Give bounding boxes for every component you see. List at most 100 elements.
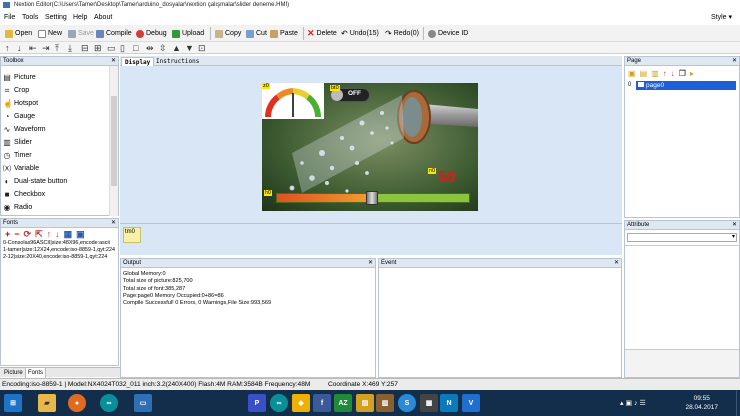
save-button[interactable]: Save bbox=[68, 28, 94, 39]
insert-page-icon[interactable]: ▥ bbox=[651, 69, 659, 78]
tab-picture[interactable]: Picture bbox=[2, 368, 26, 378]
same-height-icon[interactable]: ▯ bbox=[120, 43, 125, 53]
arduino-icon[interactable]: ∞ bbox=[100, 394, 118, 412]
app-yellow-icon[interactable]: ◆ bbox=[292, 394, 310, 412]
same-size-icon[interactable]: □ bbox=[133, 43, 138, 53]
replace-font-icon[interactable]: ⟳ bbox=[24, 229, 32, 240]
nextion-display-preview[interactable]: z0 OFF bt0 n0 50 h0 bbox=[262, 83, 478, 211]
pin-icon[interactable]: ✕ bbox=[111, 219, 116, 227]
number-component[interactable]: n0 50 bbox=[428, 168, 462, 188]
align-up-icon[interactable]: ↑ bbox=[5, 43, 10, 53]
facebook-icon[interactable]: f bbox=[313, 394, 331, 412]
page-list-item[interactable]: 0 page0 bbox=[625, 80, 739, 90]
move-down-icon[interactable]: ↓ bbox=[671, 69, 675, 78]
app-az-icon[interactable]: AZ bbox=[334, 394, 352, 412]
paste-button[interactable]: Paste bbox=[270, 28, 298, 39]
lock-icon[interactable]: ⊡ bbox=[198, 43, 206, 53]
device-id-button[interactable]: Device ID bbox=[428, 28, 468, 39]
font-list-item[interactable]: 0-Consolas96ASCII|size:48X96,encode:asci… bbox=[1, 240, 118, 247]
slider-thumb[interactable] bbox=[366, 191, 378, 205]
tool-crop[interactable]: ⌗ Crop bbox=[1, 84, 118, 97]
font-list-item[interactable]: 2-12|size:20X40,encode:iso-8859-1,qyt:22… bbox=[1, 254, 118, 261]
event-editor[interactable] bbox=[379, 268, 621, 376]
tab-instructions[interactable]: Instructions bbox=[153, 57, 202, 66]
style-menu[interactable]: Style ▾ bbox=[711, 13, 732, 21]
align-top-icon[interactable]: ⤒ bbox=[55, 43, 59, 53]
dual-state-button[interactable]: OFF bt0 bbox=[330, 85, 372, 104]
move-up-icon[interactable]: ↑ bbox=[663, 69, 667, 78]
tool-radio[interactable]: ◉ Radio bbox=[1, 201, 118, 214]
tool-waveform[interactable]: ∿ Waveform bbox=[1, 123, 118, 136]
move-down-icon[interactable]: ↓ bbox=[55, 229, 60, 239]
import-page-icon[interactable]: ▸ bbox=[690, 69, 694, 78]
bring-front-icon[interactable]: ▲ bbox=[172, 43, 181, 53]
timer-component[interactable]: tm0 bbox=[123, 227, 141, 243]
menu-help[interactable]: Help bbox=[73, 13, 87, 22]
space-vertical-icon[interactable]: ⇳ bbox=[159, 43, 167, 53]
nextion-editor-taskbar-icon[interactable]: ▭ bbox=[134, 394, 152, 412]
compile-button[interactable]: Compile bbox=[96, 28, 132, 39]
move-up-icon[interactable]: ↑ bbox=[47, 229, 52, 239]
tool-timer[interactable]: ◷ Timer bbox=[1, 149, 118, 162]
menu-about[interactable]: About bbox=[94, 13, 112, 22]
tool-hotspot[interactable]: ☝ Hotspot bbox=[1, 97, 118, 110]
skype-icon[interactable]: S bbox=[398, 394, 416, 412]
font-generator-icon[interactable]: ▣ bbox=[76, 229, 85, 240]
debug-button[interactable]: Debug bbox=[136, 28, 167, 39]
pin-icon[interactable]: ✕ bbox=[614, 259, 619, 267]
tool-picture[interactable]: ▤ Picture bbox=[1, 71, 118, 84]
toolbox-scrollbar[interactable] bbox=[109, 66, 118, 216]
delete-button[interactable]: ✕ Delete bbox=[307, 28, 337, 39]
tool-checkbox[interactable]: ■ Checkbox bbox=[1, 188, 118, 201]
show-desktop-button[interactable] bbox=[736, 390, 740, 416]
app-p-icon[interactable]: P bbox=[248, 394, 266, 412]
arduino-icon-2[interactable]: ∞ bbox=[270, 394, 288, 412]
cut-button[interactable]: Cut bbox=[246, 28, 267, 39]
firefox-icon[interactable]: ● bbox=[68, 394, 86, 412]
app-brown-icon[interactable]: ▥ bbox=[376, 394, 394, 412]
pin-icon[interactable]: ✕ bbox=[732, 57, 737, 65]
undo-button[interactable]: ↶ Undo(15) bbox=[341, 28, 379, 39]
open-button[interactable]: Open bbox=[5, 28, 32, 39]
font-list-item[interactable]: 1-tamer|size:12X24,encode:iso-8859-1,qyt… bbox=[1, 247, 118, 254]
center-vertical-icon[interactable]: ⊞ bbox=[94, 43, 102, 53]
menu-setting[interactable]: Setting bbox=[45, 13, 67, 22]
space-horizontal-icon[interactable]: ⇹ bbox=[146, 43, 154, 53]
align-left-icon[interactable]: ⇤ bbox=[29, 43, 37, 53]
redo-button[interactable]: ↷ Redo(0) bbox=[385, 28, 419, 39]
add-font-icon[interactable]: + bbox=[5, 229, 10, 239]
tool-variable[interactable]: ⒳ Variable bbox=[1, 162, 118, 175]
pin-icon[interactable]: ✕ bbox=[732, 221, 737, 229]
align-down-icon[interactable]: ↓ bbox=[17, 43, 22, 53]
start-windows-icon[interactable]: ⊞ bbox=[4, 394, 22, 412]
app-nx-icon[interactable]: N bbox=[440, 394, 458, 412]
upload-button[interactable]: Upload bbox=[172, 28, 204, 39]
app-v-icon[interactable]: V bbox=[462, 394, 480, 412]
send-back-icon[interactable]: ▼ bbox=[185, 43, 194, 53]
app-dark-icon[interactable]: ▦ bbox=[420, 394, 438, 412]
system-tray-icons[interactable]: ▴ ▣ ♪ ☰ bbox=[620, 399, 646, 407]
copy-page-icon[interactable]: ❐ bbox=[679, 69, 686, 78]
add-page-icon[interactable]: ▣ bbox=[628, 69, 636, 78]
tool-gauge[interactable]: ◔ Gauge bbox=[1, 110, 118, 123]
tab-display[interactable]: Display bbox=[121, 57, 155, 66]
export-font-icon[interactable]: ⇱ bbox=[35, 229, 43, 240]
new-button[interactable]: New bbox=[38, 28, 62, 39]
app-folder-icon[interactable]: ▤ bbox=[356, 394, 374, 412]
font-preview-icon[interactable]: ▦ bbox=[64, 229, 73, 240]
same-width-icon[interactable]: ▭ bbox=[107, 43, 116, 53]
slider-component[interactable]: h0 bbox=[264, 190, 470, 205]
tool-slider[interactable]: ▥ Slider bbox=[1, 136, 118, 149]
file-explorer-icon[interactable]: ▰ bbox=[38, 394, 56, 412]
copy-button[interactable]: Copy bbox=[215, 28, 241, 39]
gauge-component[interactable]: z0 bbox=[262, 83, 324, 119]
attribute-grid[interactable] bbox=[625, 245, 739, 349]
tab-fonts[interactable]: Fonts bbox=[26, 368, 47, 378]
pin-icon[interactable]: ✕ bbox=[111, 57, 116, 65]
align-right-icon[interactable]: ⇥ bbox=[42, 43, 50, 53]
align-bottom-icon[interactable]: ⤓ bbox=[68, 43, 72, 53]
pin-icon[interactable]: ✕ bbox=[368, 259, 373, 267]
menu-file[interactable]: File bbox=[4, 13, 15, 22]
taskbar-clock[interactable]: 09:55 28.04.2017 bbox=[685, 394, 718, 412]
component-selector-dropdown[interactable]: ▾ bbox=[627, 233, 737, 242]
